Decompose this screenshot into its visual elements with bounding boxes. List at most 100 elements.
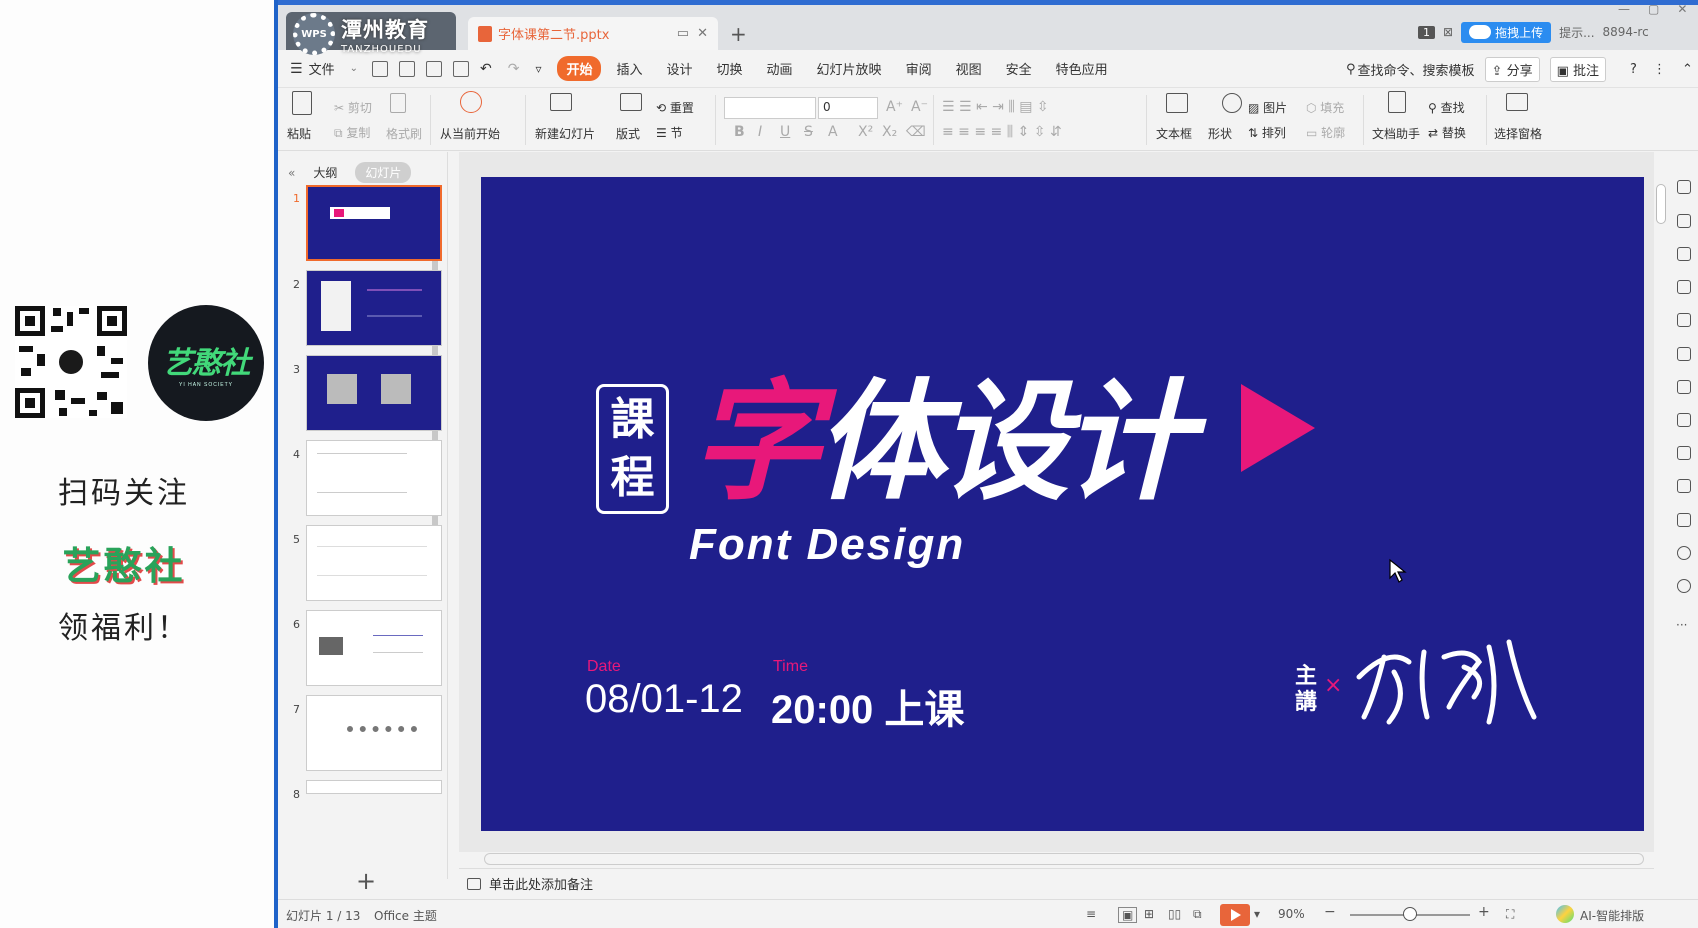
slide-thumbnail-2[interactable] [306, 270, 442, 346]
copy-format-icon[interactable] [1677, 214, 1691, 228]
shape-props-icon[interactable] [1677, 247, 1691, 261]
bold-icon[interactable]: B [734, 124, 745, 140]
zoom-in-icon[interactable]: + [1478, 904, 1490, 920]
undo-icon[interactable]: ↶ [480, 61, 492, 77]
doc-assistant-button[interactable]: 文档助手 [1372, 125, 1420, 142]
format-painter-button[interactable]: 格式刷 [386, 125, 422, 142]
slide-thumbnail-8[interactable] [306, 780, 442, 794]
share-out-icon[interactable] [1677, 380, 1691, 394]
new-slide-button[interactable]: 新建幻灯片 [535, 125, 595, 142]
restore-tab-icon[interactable]: ▭ [677, 26, 689, 41]
notes-area[interactable]: 单击此处添加备注 [459, 868, 1654, 898]
ai-icon[interactable] [1556, 905, 1574, 923]
audio-icon[interactable] [1677, 479, 1691, 493]
replace-button[interactable]: ⇄ 替换 [1428, 124, 1466, 141]
document-tab[interactable]: 字体课第二节.pptx ▭ ✕ [468, 17, 718, 50]
tab-outline[interactable]: 大纲 [303, 162, 347, 183]
vertical-scrollbar[interactable] [1656, 170, 1666, 850]
sorter-view-icon[interactable]: ⊞ [1144, 907, 1154, 921]
textbox-button[interactable]: 文本框 [1156, 125, 1192, 142]
menu-view[interactable]: 视图 [947, 56, 991, 81]
from-current-button[interactable]: 从当前开始 [440, 125, 500, 142]
grow-font-icon[interactable]: A⁺ [886, 99, 903, 115]
share-button[interactable]: ⇪ 分享 [1484, 57, 1540, 82]
shape-icon[interactable] [1222, 93, 1242, 113]
slide-thumbnail-1[interactable] [306, 185, 442, 261]
menu-animations[interactable]: 动画 [758, 56, 802, 81]
paste-button[interactable]: 粘贴 [287, 125, 311, 142]
comment-button[interactable]: ▣ 批注 [1549, 57, 1607, 82]
horizontal-scrollbar[interactable] [484, 853, 1644, 865]
doc-assistant-icon[interactable] [1388, 91, 1406, 113]
reading-view-icon[interactable]: ▯▯ [1168, 907, 1181, 921]
settings-sliders-icon[interactable] [1677, 313, 1691, 327]
presenter-view-icon[interactable]: ⧉ [1193, 907, 1202, 922]
tab-slides[interactable]: 幻灯片 [355, 162, 412, 183]
cut-button[interactable]: ✂ 剪切 [334, 99, 372, 116]
menu-home[interactable]: 开始 [557, 56, 602, 81]
customize-qat-icon[interactable]: ▿ [535, 62, 541, 76]
play-options-icon[interactable]: ▾ [1254, 907, 1260, 921]
menu-security[interactable]: 安全 [997, 56, 1041, 81]
picture-button[interactable]: ▨ 图片 [1248, 99, 1287, 116]
command-search[interactable]: 查找命令、搜索模板 [1358, 60, 1475, 79]
superscript-icon[interactable]: X² [858, 124, 873, 140]
gallery-icon[interactable] [1677, 347, 1691, 361]
vertical-scroll-thumb[interactable] [1656, 184, 1666, 224]
layout-icon[interactable] [620, 93, 642, 111]
play-slideshow-button[interactable] [1220, 904, 1250, 926]
archive-icon[interactable] [1677, 413, 1691, 427]
slide-thumbnail-4[interactable] [306, 440, 442, 516]
play-from-current-icon[interactable] [460, 91, 482, 113]
preview-icon[interactable] [452, 60, 469, 77]
notification-badge[interactable]: 1 [1418, 25, 1435, 39]
subscript-icon[interactable]: X₂ [882, 124, 897, 140]
upload-button[interactable]: 拖拽上传 [1461, 21, 1552, 43]
normal-view-icon[interactable]: ▣ [1118, 907, 1138, 923]
underline-icon[interactable]: U [780, 124, 790, 140]
reset-button[interactable]: ⟲ 重置 [656, 99, 694, 116]
arrange-button[interactable]: ⇅ 排列 [1248, 124, 1286, 141]
shield-icon[interactable] [1677, 513, 1691, 527]
help-circle-icon[interactable] [1677, 579, 1691, 593]
fill-button[interactable]: ⬡ 填充 [1306, 99, 1344, 116]
bullets-icon[interactable]: ☰ ☰ ⇤ ⇥ ⫼ ▤ ⇳ [942, 99, 1049, 115]
menu-review[interactable]: 审阅 [897, 56, 941, 81]
outline-button[interactable]: ▭ 轮廓 [1306, 124, 1345, 141]
slide-thumbnail-3[interactable] [306, 355, 442, 431]
history-icon[interactable] [1677, 546, 1691, 560]
font-name-select[interactable] [724, 97, 816, 119]
font-size-select[interactable]: 0 [818, 97, 878, 119]
image-icon[interactable] [1677, 446, 1691, 460]
select-pane-button[interactable]: 选择窗格 [1494, 125, 1542, 142]
shape-button[interactable]: 形状 [1208, 125, 1232, 142]
fit-window-icon[interactable]: ⛶ [1506, 907, 1514, 922]
help-icon[interactable]: ? [1630, 62, 1637, 77]
add-slide-button[interactable]: + [356, 867, 376, 895]
collapse-ribbon-icon[interactable]: ⌃ [1682, 62, 1693, 77]
export-icon[interactable] [398, 60, 415, 77]
strikethrough-icon[interactable]: S [804, 124, 813, 140]
slide-thumbnail-5[interactable] [306, 525, 442, 601]
more-icon[interactable]: ⋮ [1653, 62, 1666, 77]
select-pane-icon[interactable] [1506, 93, 1528, 111]
ai-layout-button[interactable]: AI-智能排版 [1580, 907, 1644, 924]
slide-thumbnail-7[interactable] [306, 695, 442, 771]
maximize-icon[interactable]: ▢ [1648, 2, 1659, 16]
minimize-icon[interactable]: — [1618, 2, 1630, 16]
fill-props-icon[interactable] [1677, 280, 1691, 294]
copy-button[interactable]: ⧉ 复制 [334, 124, 370, 141]
hamburger-icon[interactable]: ☰ [290, 61, 303, 77]
italic-icon[interactable]: I [758, 124, 762, 140]
notes-toggle-icon[interactable]: ≡ [1086, 907, 1096, 921]
more-dots-icon[interactable]: ··· [1676, 618, 1687, 632]
layout-button[interactable]: 版式 [616, 125, 640, 142]
menu-file[interactable]: 文件 [307, 56, 344, 81]
close-tab-icon[interactable]: ✕ [697, 26, 708, 41]
mail-icon[interactable]: ⊠ [1443, 25, 1453, 39]
font-color-icon[interactable]: A [828, 124, 838, 140]
new-slide-icon[interactable] [550, 93, 572, 111]
menu-special[interactable]: 特色应用 [1047, 56, 1117, 81]
zoom-slider-knob[interactable] [1403, 907, 1417, 921]
zoom-level[interactable]: 90% [1278, 907, 1305, 921]
